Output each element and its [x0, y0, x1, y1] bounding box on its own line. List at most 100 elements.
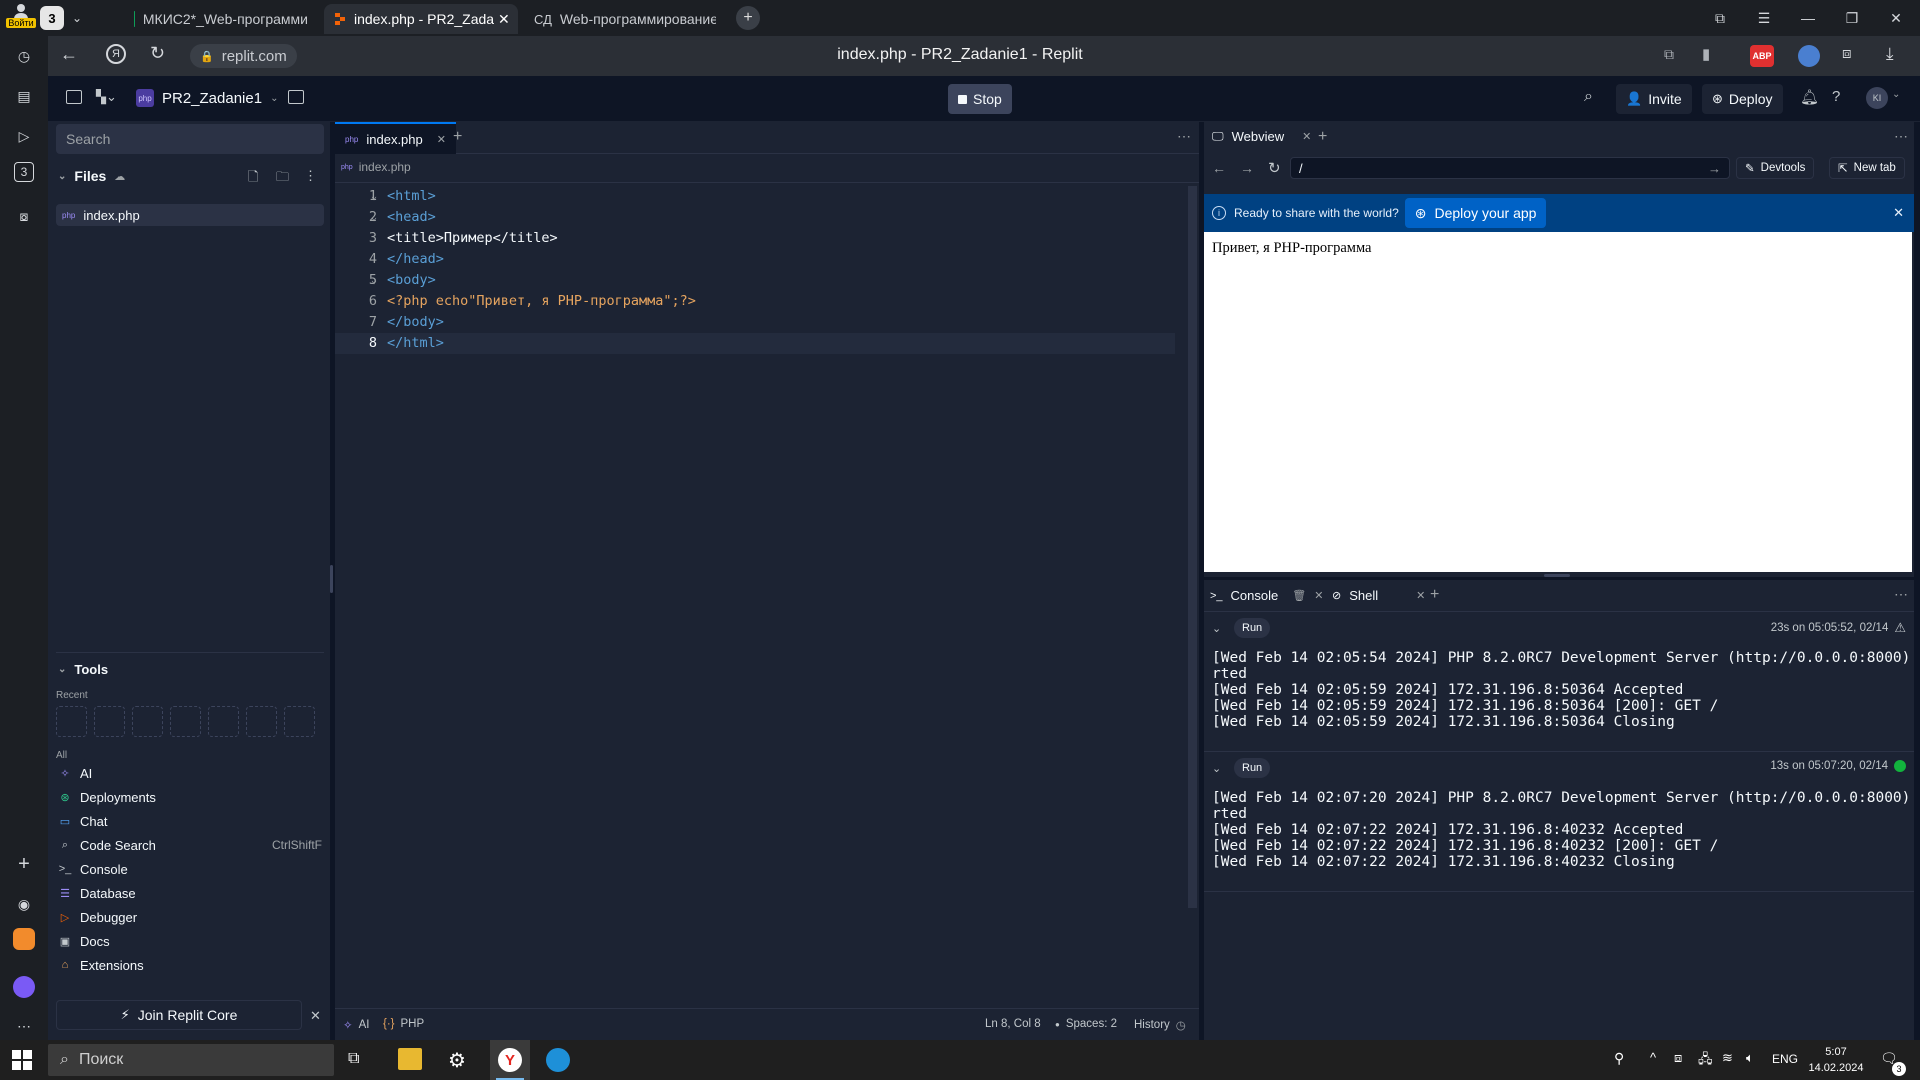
code-area[interactable]: 1 ⌄ <html> 2 ⌄ <head> 3 <title>Пример</title>…	[335, 186, 1187, 908]
add-tab-icon[interactable]: +	[1430, 586, 1439, 604]
workspace-icon[interactable]	[288, 90, 304, 104]
invite-button[interactable]: 👤 Invite	[1616, 84, 1692, 114]
resize-handle[interactable]	[1544, 574, 1570, 577]
language-indicator[interactable]: ENG	[1772, 1052, 1798, 1066]
tray-app-icon[interactable]: ⧈	[1674, 1050, 1682, 1066]
arrow-right-icon[interactable]: →	[1708, 161, 1721, 176]
new-folder-icon[interactable]: 🗀	[276, 168, 289, 190]
search-icon[interactable]: ⌕	[1584, 88, 1593, 106]
more-horizontal-icon[interactable]: ⋯	[1894, 586, 1908, 603]
network-icon[interactable]: 🖧	[1698, 1050, 1713, 1072]
more-horizontal-icon[interactable]: ⋯	[1894, 128, 1908, 145]
fold-icon[interactable]: ⌄	[371, 207, 377, 228]
status-language[interactable]: {·} PHP	[383, 1018, 424, 1030]
taskbar-search[interactable]: ⌕ Поиск	[48, 1044, 334, 1076]
tool-ai[interactable]: ✧ AI	[58, 762, 92, 784]
tabs-count-icon[interactable]: 3	[14, 162, 34, 182]
more-horizontal-icon[interactable]: ⋯	[1177, 128, 1191, 145]
messenger-icon[interactable]	[13, 976, 35, 998]
fold-icon[interactable]: ⌄	[371, 186, 377, 207]
project-switcher[interactable]: php PR2_Zadanie1 ⌄	[136, 84, 278, 112]
back-icon[interactable]: ←	[1212, 160, 1226, 176]
status-history[interactable]: History ◷	[1134, 1018, 1186, 1032]
deploy-button[interactable]: ⊛ Deploy	[1702, 84, 1783, 114]
tools-header[interactable]: ⌄ Tools	[58, 662, 108, 677]
tab-count-badge[interactable]: 3	[40, 6, 64, 30]
tray-expand-icon[interactable]: ^	[1650, 1050, 1656, 1065]
extensions-icon[interactable]: ⧈	[1842, 45, 1852, 62]
run-badge[interactable]: Run	[1234, 618, 1271, 638]
url-field[interactable]: 🔒 replit.com	[190, 44, 297, 68]
copy-icon[interactable]: ⧉	[1664, 46, 1674, 63]
yandex-browser-taskbar[interactable]: Y	[490, 1040, 530, 1080]
tab-shell[interactable]: ⊘ Shell ✕	[1332, 588, 1425, 603]
devtools-button[interactable]: ✎ Devtools	[1736, 157, 1815, 179]
forward-icon[interactable]: →	[1240, 160, 1254, 176]
more-icon[interactable]: ⋯	[10, 1012, 38, 1040]
close-tab-icon[interactable]: ✕	[1314, 589, 1323, 602]
download-icon[interactable]: ⤓	[1886, 44, 1894, 64]
browser-tab-replit[interactable]: index.php - PR2_Zadani ✕	[324, 4, 518, 34]
close-banner-icon[interactable]: ✕	[1893, 205, 1904, 221]
files-header[interactable]: ⌄ Files ☁	[58, 168, 125, 184]
bookmark-icon[interactable]: ▮	[1702, 45, 1710, 63]
status-position[interactable]: Ln 8, Col 8	[985, 1018, 1041, 1030]
tool-deployments[interactable]: ⊛ Deployments	[58, 786, 155, 808]
avatar[interactable]: KI	[1866, 87, 1888, 109]
close-tab-icon[interactable]: ✕	[498, 11, 510, 28]
new-file-icon[interactable]: 🗋	[248, 168, 258, 190]
add-tab-icon[interactable]: +	[453, 128, 462, 146]
extension-icon[interactable]	[1798, 45, 1820, 67]
browser-tab-web[interactable]: СД Web-программирование	[526, 4, 716, 34]
tool-code-search[interactable]: ⌕ Code Search CtrlShiftF	[58, 834, 322, 856]
close-tab-icon[interactable]: ✕	[1302, 130, 1311, 143]
close-icon[interactable]: ✕	[310, 1008, 321, 1024]
reload-icon[interactable]: ↻	[150, 43, 165, 64]
tool-debugger[interactable]: ▷ Debugger	[58, 906, 137, 928]
tab-console[interactable]: >_ Console 🗑︎ ✕	[1210, 588, 1323, 603]
back-icon[interactable]: ←	[60, 44, 78, 65]
windows-start-icon[interactable]	[12, 1050, 32, 1070]
sidebar-toggle-icon[interactable]	[66, 90, 82, 104]
webview-url-input[interactable]: / →	[1290, 157, 1730, 179]
volume-icon[interactable]: 🔈︎	[1746, 1050, 1754, 1066]
tool-database[interactable]: ☰ Database	[58, 882, 136, 904]
adblock-icon[interactable]: ABP	[1750, 45, 1774, 67]
file-explorer-icon[interactable]	[398, 1048, 422, 1070]
new-tab-button[interactable]: ⇱ New tab	[1829, 157, 1905, 179]
file-item-index-php[interactable]: php index.php	[56, 204, 324, 226]
settings-icon[interactable]: ⚙	[448, 1048, 466, 1073]
deploy-your-app-button[interactable]: ⊛ Deploy your app	[1404, 198, 1547, 228]
tool-extensions[interactable]: ⌂ Extensions	[58, 954, 144, 976]
reload-icon[interactable]: ↻	[1268, 159, 1281, 177]
chevron-down-icon[interactable]: ⌄	[1212, 762, 1221, 775]
history-icon[interactable]: ◷	[10, 42, 38, 70]
clock[interactable]: 5:07 14.02.2024	[1806, 1044, 1866, 1076]
close-window-icon[interactable]: ✕	[1884, 6, 1908, 30]
minimize-icon[interactable]: —	[1796, 6, 1820, 30]
stop-button[interactable]: Stop	[948, 84, 1012, 114]
menu-icon[interactable]: ☰	[1752, 6, 1776, 30]
chevron-down-icon[interactable]: ⌄	[66, 6, 88, 30]
restore-icon[interactable]: ❐	[1840, 6, 1864, 30]
collections-icon[interactable]: ▤	[10, 82, 38, 110]
task-view-icon[interactable]: ⧉	[348, 1050, 359, 1068]
yandex-icon[interactable]: Я	[106, 44, 126, 64]
edge-icon[interactable]	[546, 1048, 570, 1072]
tab-webview[interactable]: 🖵 Webview ✕	[1212, 129, 1311, 144]
bell-icon[interactable]: 🔔︎	[1800, 88, 1819, 106]
trash-icon[interactable]: 🗑︎	[1292, 589, 1306, 602]
editor-scrollbar[interactable]	[1188, 186, 1197, 908]
close-tab-icon[interactable]: ✕	[437, 133, 446, 146]
status-spaces[interactable]: ● Spaces: 2	[1055, 1018, 1117, 1030]
chevron-down-icon[interactable]: ⌄	[1892, 89, 1900, 100]
people-icon[interactable]: ⚲	[1614, 1050, 1624, 1067]
video-icon[interactable]: ▷	[10, 122, 38, 150]
tool-docs[interactable]: ▣ Docs	[58, 930, 110, 952]
wifi-icon[interactable]: ≋	[1722, 1050, 1733, 1066]
fold-icon[interactable]: ⌄	[371, 270, 377, 291]
tool-chat[interactable]: ▭ Chat	[58, 810, 108, 832]
join-core-button[interactable]: ⚡︎ Join Replit Core	[56, 1000, 302, 1030]
replit-menu-icon[interactable]: ▚⌄	[96, 89, 117, 105]
help-icon[interactable]: ?	[1832, 88, 1840, 105]
